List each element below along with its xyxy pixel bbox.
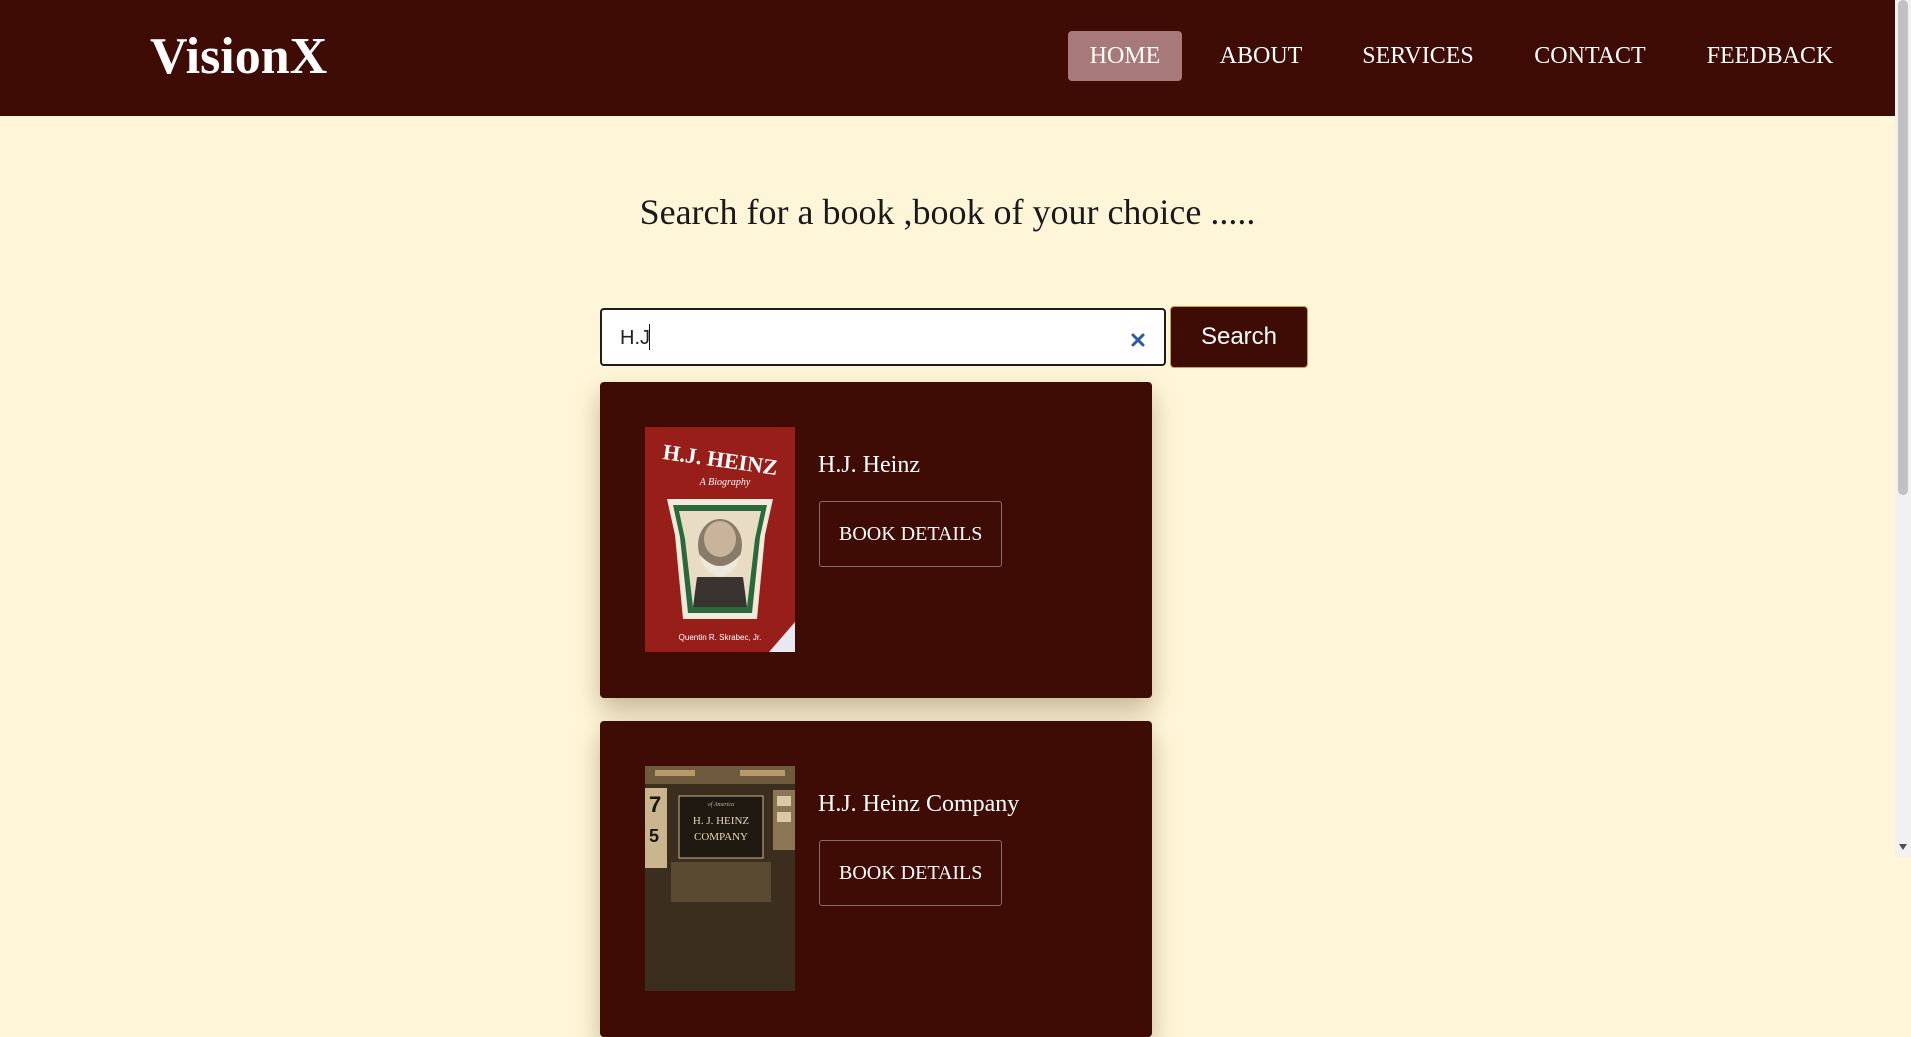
nav-item-about[interactable]: ABOUT xyxy=(1208,31,1314,81)
cover-title-line2: COMPANY xyxy=(694,831,748,843)
book-title: H.J. Heinz Company xyxy=(818,791,1020,817)
site-logo[interactable]: VisionX xyxy=(150,26,327,88)
search-box xyxy=(600,308,1166,366)
book-title: H.J. Heinz xyxy=(818,452,920,478)
svg-text:5: 5 xyxy=(649,826,659,846)
cover-series-text: of America xyxy=(708,801,734,808)
text-cursor xyxy=(649,324,650,350)
book-cover-image[interactable]: H.J. HEINZ A Biography Quentin R. Skrabe… xyxy=(645,427,795,652)
search-button[interactable]: Search xyxy=(1170,306,1308,368)
book-result-card: 7 5 of America H. J. HEINZ COMPANY H.J. … xyxy=(600,721,1152,1037)
search-input[interactable] xyxy=(620,322,1100,354)
cover-author-text: Quentin R. Skrabec, Jr. xyxy=(679,633,762,642)
scrollbar-thumb[interactable] xyxy=(1898,0,1908,495)
cover-title-line1: H. J. HEINZ xyxy=(693,815,749,827)
svg-text:7: 7 xyxy=(649,792,661,817)
navbar: VisionX HOME ABOUT SERVICES CONTACT FEED… xyxy=(0,0,1895,116)
cover-subtitle-text: A Biography xyxy=(699,477,751,488)
nav-item-services[interactable]: SERVICES xyxy=(1348,31,1488,81)
nav-item-feedback[interactable]: FEEDBACK xyxy=(1694,31,1846,81)
nav-item-contact[interactable]: CONTACT xyxy=(1522,31,1658,81)
page-headline: Search for a book ,book of your choice .… xyxy=(639,192,1256,232)
clear-search-icon[interactable] xyxy=(1128,330,1148,350)
book-details-button[interactable]: BOOK DETAILS xyxy=(819,501,1003,567)
book-details-button[interactable]: BOOK DETAILS xyxy=(819,840,1003,906)
scroll-down-arrow-icon[interactable] xyxy=(1898,840,1908,852)
book-cover-image[interactable]: 7 5 of America H. J. HEINZ COMPANY xyxy=(645,766,795,991)
nav-item-home[interactable]: HOME xyxy=(1068,31,1182,81)
book-result-card: H.J. HEINZ A Biography Quentin R. Skrabe… xyxy=(600,382,1152,698)
